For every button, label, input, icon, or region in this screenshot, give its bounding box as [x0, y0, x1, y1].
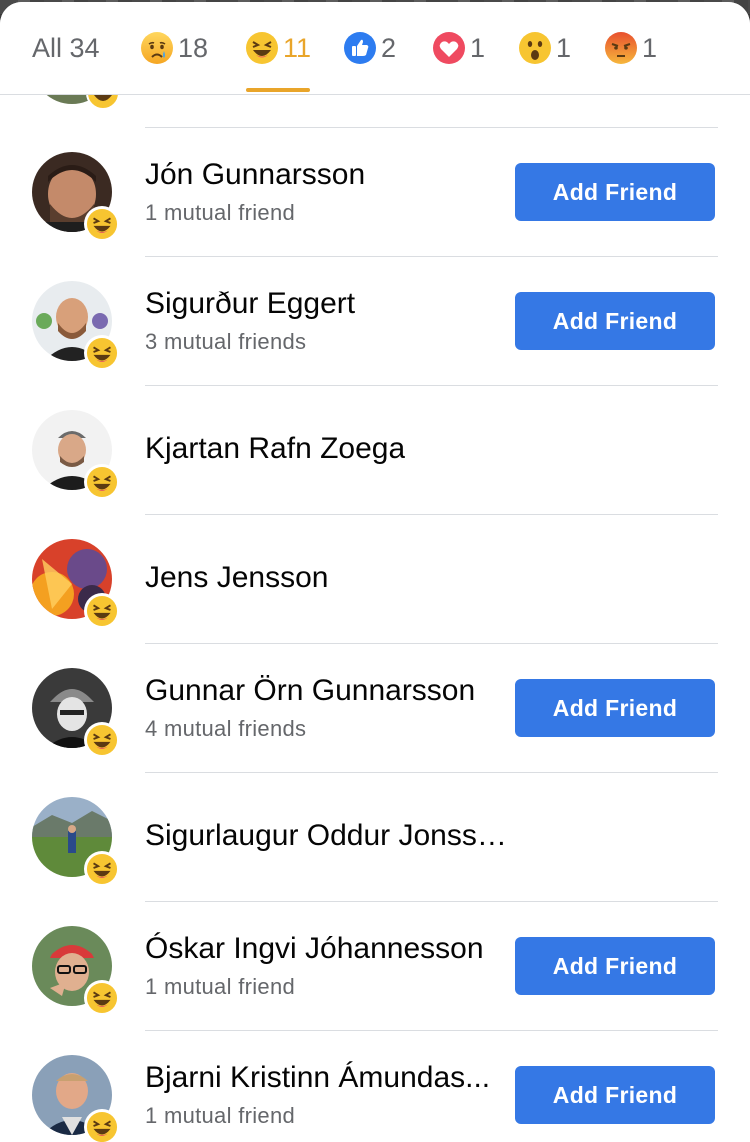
- love-icon: [433, 32, 465, 64]
- add-friend-button[interactable]: Add Friend: [515, 163, 715, 221]
- person-name[interactable]: Óskar Ingvi Jóhannesson: [145, 932, 484, 966]
- list-item[interactable]: Óskar Ingvi Jóhannesson 1 mutual friend …: [0, 902, 750, 1031]
- tab-sad-count: 18: [178, 32, 209, 63]
- active-tab-indicator: [246, 88, 310, 92]
- haha-badge-icon: [84, 206, 120, 242]
- mutual-friends: 1 mutual friend: [145, 200, 296, 225]
- person-name[interactable]: Sigurður Eggert: [145, 287, 355, 321]
- person-name[interactable]: Sigurlaugur Oddur Jonsson: [145, 819, 507, 853]
- list-item[interactable]: Kjartan Rafn Zoega: [0, 386, 750, 515]
- add-friend-button[interactable]: Add Friend: [515, 679, 715, 737]
- haha-badge-icon: [84, 722, 120, 758]
- list-item[interactable]: Jens Jensson: [0, 515, 750, 644]
- tab-all-label: All 34: [32, 32, 100, 63]
- haha-badge-icon: [84, 593, 120, 629]
- person-name[interactable]: Bjarni Kristinn Ámundas...: [145, 1061, 490, 1095]
- reactions-sheet: All 34 18 11 2 1 1 1 Jón Gunnarsson 1 mu…: [0, 2, 750, 1142]
- add-friend-button[interactable]: Add Friend: [515, 937, 715, 995]
- person-name[interactable]: Jens Jensson: [145, 561, 328, 595]
- list-item[interactable]: Gunnar Örn Gunnarsson 4 mutual friends A…: [0, 644, 750, 773]
- list-item[interactable]: Sigurlaugur Oddur Jonsson: [0, 773, 750, 902]
- haha-icon: [246, 32, 278, 64]
- mutual-friends: 4 mutual friends: [145, 716, 307, 741]
- tab-love-count: 1: [470, 32, 486, 63]
- mutual-friends: 1 mutual friend: [145, 1103, 296, 1128]
- mutual-friends: 3 mutual friends: [145, 329, 307, 354]
- add-friend-button[interactable]: Add Friend: [515, 292, 715, 350]
- tab-sad[interactable]: 18: [140, 28, 208, 68]
- tab-angry-count: 1: [642, 32, 658, 63]
- tab-wow-count: 1: [556, 32, 572, 63]
- tab-all[interactable]: All 34: [32, 28, 100, 68]
- tab-haha[interactable]: 11: [245, 28, 311, 68]
- people-list[interactable]: Jón Gunnarsson 1 mutual friend Add Frien…: [0, 54, 750, 1142]
- tab-angry[interactable]: 1: [604, 28, 657, 68]
- reaction-tabs: All 34 18 11 2 1 1 1: [0, 2, 750, 95]
- list-item[interactable]: Sigurður Eggert 3 mutual friends Add Fri…: [0, 257, 750, 386]
- tab-like[interactable]: 2: [343, 28, 396, 68]
- tab-like-count: 2: [381, 32, 397, 63]
- tab-wow[interactable]: 1: [518, 28, 571, 68]
- tab-love[interactable]: 1: [432, 28, 485, 68]
- mutual-friends: 1 mutual friend: [145, 974, 296, 999]
- person-name[interactable]: Kjartan Rafn Zoega: [145, 432, 405, 466]
- person-name[interactable]: Gunnar Örn Gunnarsson: [145, 674, 475, 708]
- haha-badge-icon: [84, 980, 120, 1016]
- like-icon: [344, 32, 376, 64]
- wow-icon: [519, 32, 551, 64]
- angry-icon: [605, 32, 637, 64]
- haha-badge-icon: [84, 335, 120, 371]
- tab-haha-count: 11: [283, 32, 312, 63]
- haha-badge-icon: [84, 851, 120, 887]
- add-friend-button[interactable]: Add Friend: [515, 1066, 715, 1124]
- person-name[interactable]: Jón Gunnarsson: [145, 158, 365, 192]
- list-item[interactable]: Bjarni Kristinn Ámundas... 1 mutual frie…: [0, 1031, 750, 1142]
- sad-icon: [141, 32, 173, 64]
- haha-badge-icon: [84, 464, 120, 500]
- haha-badge-icon: [84, 1109, 120, 1142]
- list-item[interactable]: Jón Gunnarsson 1 mutual friend Add Frien…: [0, 128, 750, 257]
